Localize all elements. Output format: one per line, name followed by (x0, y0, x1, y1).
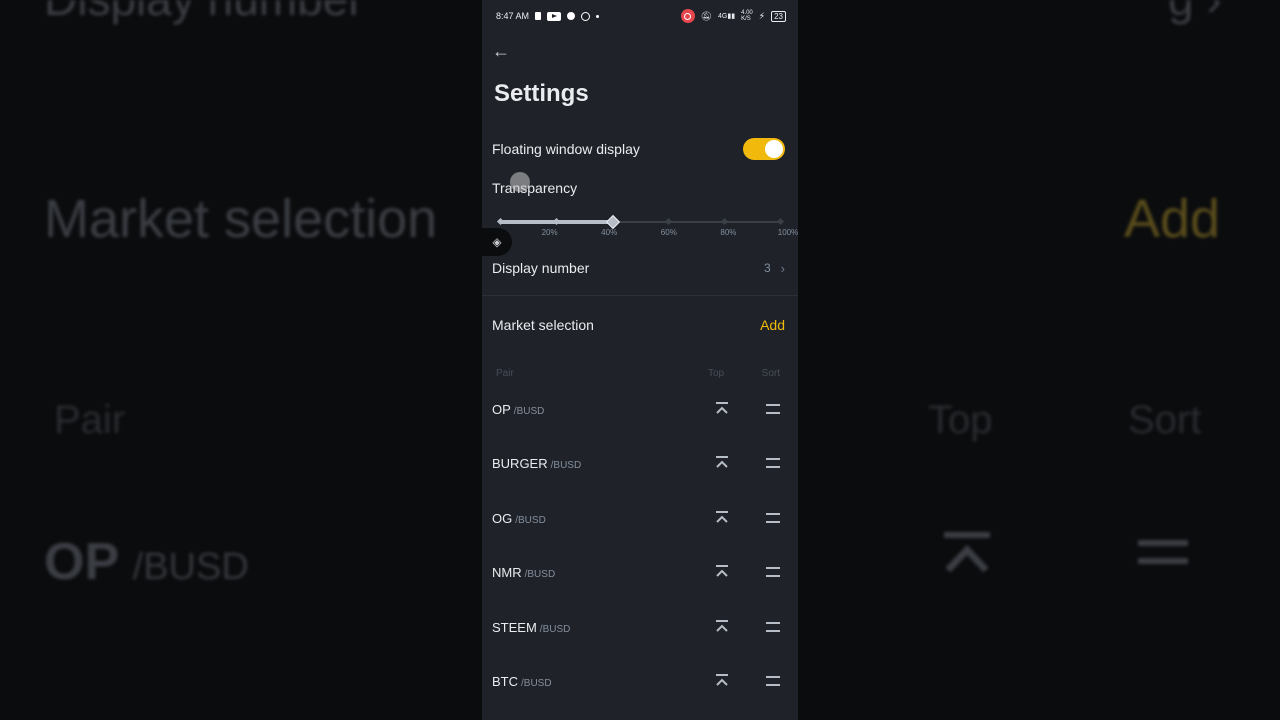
drag-sort-icon[interactable] (766, 513, 780, 523)
pair-row: STEEM/BUSD (492, 617, 780, 637)
display-number-label: Display number (492, 260, 590, 276)
pair-quote: /BUSD (539, 623, 571, 635)
status-bar: 8:47 AM 🔕︎ 4G▮▮ 4.00 K/S ⚡︎ 23 (482, 0, 798, 32)
page-title: Settings (494, 80, 589, 107)
status-time: 8:47 AM (496, 11, 530, 21)
sim-icon (535, 12, 542, 20)
pair-name: NMR/BUSD (492, 565, 714, 580)
pair-quote: /BUSD (550, 459, 582, 471)
header-top: Top (707, 368, 725, 379)
chevron-right-icon: › (780, 260, 785, 276)
youtube-icon (547, 11, 562, 21)
network-type: 4G (718, 13, 728, 20)
drag-sort-icon[interactable] (766, 404, 780, 414)
pair-base: NMR (492, 564, 522, 580)
pair-row: BTC/BUSD (492, 671, 780, 691)
drag-sort-icon[interactable] (766, 567, 780, 577)
more-dot-icon (596, 14, 600, 18)
display-number-row[interactable]: Display number 3 › (492, 260, 785, 276)
bg-pair: Pair (54, 398, 126, 442)
drag-sort-icon[interactable] (766, 622, 780, 632)
pair-name: STEEM/BUSD (492, 620, 714, 635)
bg-op-pair: OP /BUSD (44, 532, 249, 592)
charging-icon: ⚡︎ (758, 10, 766, 21)
market-selection-label: Market selection (492, 317, 594, 333)
bg-pin-to-top-icon (942, 532, 992, 576)
pair-name: BTC/BUSD (492, 674, 714, 689)
pair-base: OP (492, 401, 511, 417)
slider-tick-label: 60% (660, 228, 677, 237)
pair-base: STEEM (492, 619, 537, 635)
mute-icon: 🔕︎ (700, 10, 713, 21)
market-selection-row: Market selection Add (492, 317, 785, 333)
pin-to-top-icon[interactable] (714, 619, 730, 635)
slider-tick-label: 20% (541, 228, 558, 237)
slider-tick (776, 217, 785, 226)
bg-op-base: OP (44, 533, 119, 591)
section-divider (482, 295, 798, 296)
bg-chevron: g › (1168, 0, 1222, 26)
pair-row: OG/BUSD (492, 508, 780, 528)
pin-to-top-icon[interactable] (714, 564, 730, 580)
pair-row: NMR/BUSD (492, 562, 780, 582)
touch-indicator (510, 172, 530, 192)
phone-screen: 8:47 AM 🔕︎ 4G▮▮ 4.00 K/S ⚡︎ 23 ← Setting… (482, 0, 798, 720)
battery-indicator: 23 (771, 10, 786, 22)
transparency-label: Transparency (492, 180, 578, 196)
back-arrow-icon[interactable]: ← (492, 40, 514, 62)
bg-display-number: Display number (44, 0, 364, 26)
pair-quote: /BUSD (524, 568, 556, 580)
bg-top: Top (928, 398, 993, 442)
add-market-button[interactable]: Add (760, 317, 785, 333)
bg-drag-sort-icon (1138, 540, 1188, 570)
signal-icon: 4G▮▮ (718, 13, 736, 20)
slider-tick-label: 100% (777, 228, 798, 237)
pair-table-header: Pair Top Sort (496, 368, 780, 379)
pin-to-top-icon[interactable] (714, 455, 730, 471)
header-pair: Pair (496, 368, 514, 379)
slider-tick-label: 40% (601, 228, 618, 237)
floating-window-row: Floating window display (492, 138, 785, 160)
slider-tick (720, 217, 729, 226)
pair-quote: /BUSD (515, 514, 546, 526)
floating-window-label: Floating window display (492, 141, 640, 157)
transparency-slider[interactable] (496, 214, 785, 230)
notification-dot-icon (567, 12, 576, 20)
record-icon (680, 9, 695, 23)
pin-to-top-icon[interactable] (714, 673, 730, 689)
bg-add: Add (1124, 189, 1221, 249)
transparency-row: Transparency (492, 180, 785, 196)
slider-tick-label: 80% (720, 228, 737, 237)
drag-sort-icon[interactable] (766, 458, 780, 468)
drag-sort-icon[interactable] (766, 676, 780, 686)
pair-name: BURGER/BUSD (492, 456, 714, 471)
pair-quote: /BUSD (521, 677, 552, 689)
pin-to-top-icon[interactable] (714, 510, 730, 526)
network-speed: 4.00 K/S (741, 10, 753, 22)
pair-base: OG (492, 510, 513, 526)
floating-widget-icon[interactable]: ◈ (482, 228, 512, 256)
transparency-tick-labels: 0%20%40%60%80%100% (484, 228, 798, 240)
header-sort: Sort (761, 368, 780, 379)
pair-quote: /BUSD (513, 405, 545, 417)
bg-op-quote: /BUSD (132, 546, 249, 588)
pair-row: BURGER/BUSD (492, 453, 780, 473)
pair-name: OP/BUSD (492, 402, 714, 417)
slider-tick (664, 217, 673, 226)
slider-thumb[interactable] (605, 214, 621, 230)
pair-base: BTC (492, 673, 518, 689)
floating-window-toggle[interactable] (743, 138, 785, 160)
pin-to-top-icon[interactable] (714, 401, 730, 417)
bg-sort: Sort (1128, 398, 1202, 442)
pair-base: BURGER (492, 455, 548, 471)
pair-name: OG/BUSD (492, 511, 714, 526)
pair-row: OP/BUSD (492, 399, 780, 419)
bg-market-selection: Market selection (44, 189, 438, 249)
display-number-value: 3 (763, 261, 771, 275)
screen-record-icon (581, 11, 591, 21)
